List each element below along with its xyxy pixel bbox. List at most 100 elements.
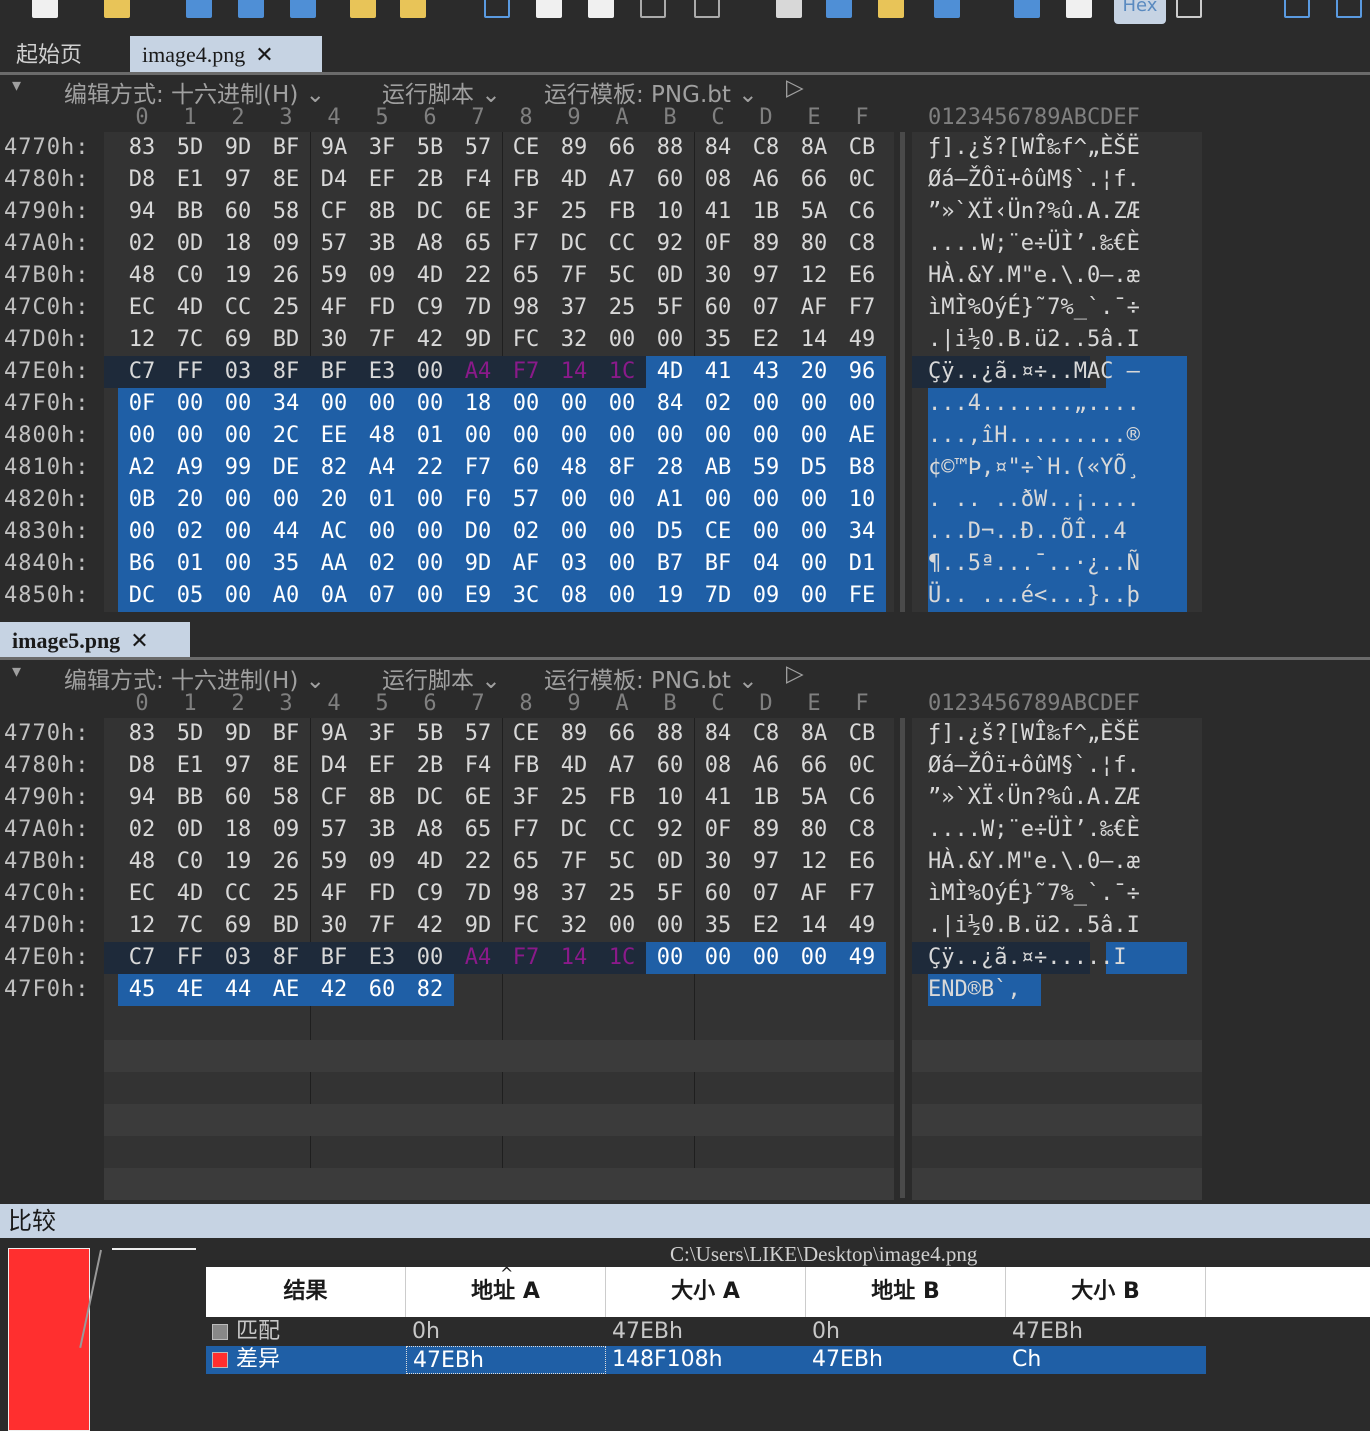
hex-byte[interactable]: 5B xyxy=(406,718,454,750)
run-script-dropdown[interactable]: 运行脚本 ⌄ xyxy=(382,661,501,695)
run-script-dropdown[interactable]: 运行脚本 ⌄ xyxy=(382,75,501,109)
hex-byte[interactable]: 00 xyxy=(550,388,598,420)
hex-byte[interactable]: 42 xyxy=(406,324,454,356)
hex-byte[interactable]: 82 xyxy=(310,452,358,484)
hex-byte[interactable]: 94 xyxy=(118,782,166,814)
hex-byte[interactable]: 25 xyxy=(262,878,310,910)
hex-byte[interactable]: 65 xyxy=(502,260,550,292)
hex-byte[interactable]: 66 xyxy=(598,132,646,164)
hex-byte[interactable]: 14 xyxy=(790,910,838,942)
hex-byte[interactable]: D8 xyxy=(118,164,166,196)
ascii-text[interactable]: ...D¬..Ð..ÕÎ..4 xyxy=(928,516,1127,548)
hex-byte[interactable]: 3F xyxy=(358,718,406,750)
hex-byte[interactable]: A9 xyxy=(166,452,214,484)
hex-byte[interactable]: 34 xyxy=(838,516,886,548)
hex-byte[interactable]: 14 xyxy=(790,324,838,356)
hex-byte[interactable]: CE xyxy=(502,718,550,750)
hex-byte[interactable]: 00 xyxy=(742,516,790,548)
hex-byte[interactable]: 60 xyxy=(694,878,742,910)
hex-byte[interactable]: 0D xyxy=(166,228,214,260)
hex-byte[interactable]: 80 xyxy=(790,814,838,846)
folders-icon[interactable] xyxy=(400,0,426,18)
hex-byte[interactable]: 1C xyxy=(598,356,646,388)
hex-byte[interactable]: 80 xyxy=(790,228,838,260)
hex-byte[interactable]: FB xyxy=(502,164,550,196)
hex-byte[interactable]: 19 xyxy=(214,260,262,292)
hex-row[interactable]: 47D0h: 12 7C 69 BD 30 7F 42 9D FC 32 00 00 35 E2 14 49 .|… xyxy=(0,910,1370,942)
hex-byte[interactable]: 00 xyxy=(790,942,838,974)
hex-byte[interactable]: 09 xyxy=(358,846,406,878)
hex-byte[interactable]: C6 xyxy=(838,196,886,228)
hex-byte[interactable]: 44 xyxy=(262,516,310,548)
hex-row[interactable]: 4820h: 0B 20 00 00 20 01 00 F0 57 00 00 A1 00 00 00 10. … xyxy=(0,484,1370,516)
hex-byte[interactable]: 00 xyxy=(406,356,454,388)
tab-image5[interactable]: image5.png ✕ xyxy=(0,622,190,658)
hex-byte[interactable]: 57 xyxy=(454,132,502,164)
hex-byte[interactable]: 8B xyxy=(358,196,406,228)
hex-byte[interactable]: 00 xyxy=(742,388,790,420)
hex-row[interactable]: 4770h: 83 5D 9D BF 9A 3F 5B 57 CE 89 66 88 84 C8 8A CB ƒ]… xyxy=(0,718,1370,750)
hex-byte[interactable]: 07 xyxy=(742,878,790,910)
hex-byte[interactable]: 5A xyxy=(790,196,838,228)
hex-byte[interactable]: C8 xyxy=(838,814,886,846)
hex-byte[interactable]: 48 xyxy=(358,420,406,452)
hex-row[interactable]: 47F0h: 0F 00 00 34 00 00 00 18 00 00 00 84 02 00 00 00..… xyxy=(0,388,1370,420)
hex-byte[interactable]: AC xyxy=(310,516,358,548)
hex-byte[interactable]: 10 xyxy=(838,484,886,516)
hex-byte[interactable]: 09 xyxy=(358,260,406,292)
hex-byte[interactable]: 0F xyxy=(694,814,742,846)
hex-byte[interactable]: 22 xyxy=(406,452,454,484)
hex-byte[interactable]: 12 xyxy=(790,846,838,878)
save-icon[interactable] xyxy=(186,0,212,18)
folder-icon[interactable] xyxy=(350,0,376,18)
hex-byte[interactable]: 0D xyxy=(646,260,694,292)
hex-byte[interactable]: 00 xyxy=(406,942,454,974)
hex-byte[interactable]: 89 xyxy=(742,228,790,260)
hex-byte[interactable]: CB xyxy=(838,718,886,750)
hex-byte[interactable]: 7C xyxy=(166,324,214,356)
hex-byte[interactable]: 66 xyxy=(790,164,838,196)
hex-byte[interactable]: 02 xyxy=(118,228,166,260)
hex-byte[interactable]: E1 xyxy=(166,750,214,782)
tab-image4[interactable]: image4.png ✕ xyxy=(130,36,322,72)
hex-byte[interactable]: 48 xyxy=(118,260,166,292)
hex-byte[interactable]: 8F xyxy=(262,356,310,388)
hex-byte[interactable]: 00 xyxy=(598,516,646,548)
collapse-icon[interactable]: ▾ xyxy=(12,75,21,96)
hex-row[interactable]: 4770h: 83 5D 9D BF 9A 3F 5B 57 CE 89 66 88 84 C8 8A CB ƒ]… xyxy=(0,132,1370,164)
hex-byte[interactable]: C8 xyxy=(742,132,790,164)
hex-row[interactable]: 4850h: DC 05 00 A0 0A 07 00 E9 3C 08 00 19 7D 09 00 FE Ü.… xyxy=(0,580,1370,612)
hex-byte[interactable]: 00 xyxy=(790,548,838,580)
ascii-text[interactable]: ....W;¨e÷ÜÌ’.‰€È xyxy=(928,814,1140,846)
hex-byte[interactable]: 4D xyxy=(166,878,214,910)
hex-byte[interactable]: 00 xyxy=(214,516,262,548)
hex-byte[interactable]: 60 xyxy=(502,452,550,484)
hex-byte[interactable]: FB xyxy=(502,750,550,782)
hex-byte[interactable]: 9D xyxy=(454,910,502,942)
hex-byte[interactable]: CC xyxy=(598,228,646,260)
goto-icon[interactable] xyxy=(934,0,960,18)
replace-icon[interactable] xyxy=(826,0,852,18)
hex-byte[interactable]: DC xyxy=(406,196,454,228)
hex-byte[interactable]: 32 xyxy=(550,910,598,942)
hex-byte[interactable]: 09 xyxy=(262,814,310,846)
hex-byte[interactable]: 00 xyxy=(790,484,838,516)
hex-byte[interactable]: 10 xyxy=(646,196,694,228)
hex-row[interactable]: 47D0h: 12 7C 69 BD 30 7F 42 9D FC 32 00 00 35 E2 14 49 .|… xyxy=(0,324,1370,356)
hex-byte[interactable]: 2C xyxy=(262,420,310,452)
ascii-text[interactable]: Ü.. ...é<...}..þ xyxy=(928,580,1140,612)
hex-byte[interactable]: 89 xyxy=(550,718,598,750)
hex-byte[interactable]: 8F xyxy=(262,942,310,974)
compare-result-row[interactable]: 差异 47EBh 148F108h 47EBh Ch xyxy=(206,1346,1206,1374)
hex-byte[interactable]: F7 xyxy=(502,356,550,388)
hex-byte[interactable]: 5D xyxy=(166,718,214,750)
hex-byte[interactable]: 18 xyxy=(214,814,262,846)
highlight-icon[interactable] xyxy=(1066,0,1092,18)
hex-byte[interactable]: 42 xyxy=(310,974,358,1006)
hex-byte[interactable]: 37 xyxy=(550,878,598,910)
hex-byte[interactable]: 00 xyxy=(646,910,694,942)
hex-byte[interactable]: 84 xyxy=(694,718,742,750)
ascii-text[interactable]: ”»`XÏ‹Ün?%û.A.ZÆ xyxy=(928,196,1140,228)
hex-byte[interactable]: 00 xyxy=(598,548,646,580)
hex-row[interactable]: 47A0h: 02 0D 18 09 57 3B A8 65 F7 DC CC 92 0F 89 80 C8..… xyxy=(0,228,1370,260)
